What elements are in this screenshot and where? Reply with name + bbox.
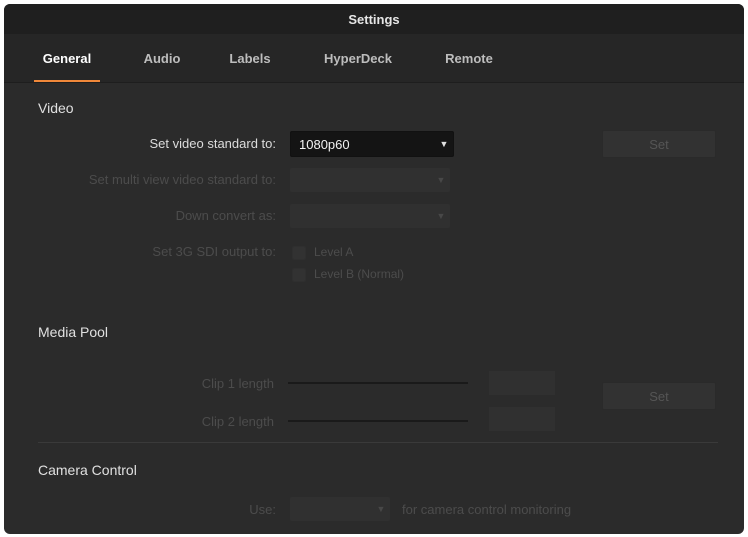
chevron-down-icon: ▼ [436,211,446,221]
camera-control-section-title: Camera Control [38,462,137,478]
clip2-length-field[interactable] [488,406,556,432]
camera-use-select[interactable]: ▼ [290,497,390,521]
tab-audio[interactable]: Audio [134,34,190,82]
clip2-length-label: Clip 2 length [201,414,274,429]
tab-hyperdeck-label: HyperDeck [324,50,392,66]
chevron-down-icon: ▼ [439,139,449,149]
tab-labels-label: Labels [229,50,271,66]
video-standard-select[interactable]: 1080p60 ▼ [290,131,454,157]
settings-window: Settings General Audio Labels HyperDeck … [4,4,744,534]
window-title-text: Settings [348,11,400,27]
level-a-checkbox[interactable] [292,246,306,260]
active-tab-indicator [34,80,100,82]
camera-control-suffix: for camera control monitoring [402,502,572,517]
clip2-length-slider[interactable] [288,420,468,422]
clip1-length-slider[interactable] [288,382,468,384]
level-b-label: Level B (Normal) [314,267,405,281]
chevron-down-icon: ▼ [436,175,446,185]
tab-hyperdeck[interactable]: HyperDeck [310,34,406,82]
tab-remote[interactable]: Remote [434,34,504,82]
video-set-button-label: Set [649,136,669,152]
downconvert-select[interactable]: ▼ [290,204,450,228]
video-section-title: Video [38,100,74,116]
media-pool-set-button-label: Set [649,388,669,404]
multiview-standard-select[interactable]: ▼ [290,168,450,192]
section-divider [38,442,718,443]
camera-use-label: Use: [249,502,276,517]
chevron-down-icon: ▼ [376,504,386,514]
media-pool-set-button[interactable]: Set [602,382,716,410]
level-b-checkbox[interactable] [292,268,306,282]
video-set-button[interactable]: Set [602,130,716,158]
media-pool-section-title: Media Pool [38,324,109,340]
clip1-length-label: Clip 1 length [201,376,274,391]
multiview-standard-label: Set multi view video standard to: [88,172,276,187]
tab-remote-label: Remote [445,50,493,66]
downconvert-label: Down convert as: [175,208,276,223]
video-standard-value: 1080p60 [299,136,350,152]
window-title: Settings [4,4,744,34]
tab-general[interactable]: General [34,34,100,82]
level-a-label: Level A [314,245,354,259]
tab-general-label: General [42,50,92,66]
video-standard-label: Set video standard to: [149,136,276,151]
tab-audio-label: Audio [143,50,181,66]
clip1-length-field[interactable] [488,370,556,396]
tab-labels[interactable]: Labels [220,34,280,82]
tab-bar: General Audio Labels HyperDeck Remote [4,34,744,83]
sdi-output-label: Set 3G SDI output to: [152,244,276,259]
